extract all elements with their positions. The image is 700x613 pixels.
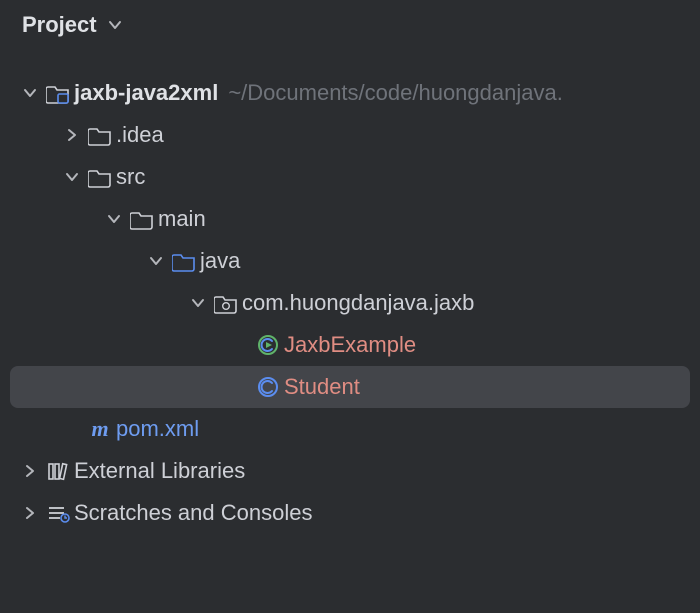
tree-node-student[interactable]: Student [10,366,690,408]
tree-node-label: com.huongdanjava.jaxb [242,290,474,316]
tree-node-package[interactable]: com.huongdanjava.jaxb [10,282,690,324]
tree-node-external-libraries[interactable]: External Libraries [10,450,690,492]
scratches-icon [44,502,72,524]
java-class-icon [254,375,282,399]
maven-file-glyph: m [91,416,108,442]
tree-node-label: Scratches and Consoles [74,500,312,526]
chevron-right-icon[interactable] [16,505,44,521]
chevron-down-icon[interactable] [16,85,44,101]
tree-node-scratches[interactable]: Scratches and Consoles [10,492,690,534]
tree-node-main[interactable]: main [10,198,690,240]
project-root-label: jaxb-java2xml [74,80,218,106]
project-root-path: ~/Documents/code/huongdanjava. [228,80,563,106]
project-root-node[interactable]: jaxb-java2xml ~/Documents/code/huongdanj… [10,72,690,114]
chevron-down-icon[interactable] [107,17,123,33]
tree-node-jaxbexample[interactable]: JaxbExample [10,324,690,366]
chevron-right-icon[interactable] [16,463,44,479]
java-runnable-class-icon [254,333,282,357]
tree-node-src[interactable]: src [10,156,690,198]
tree-node-label: main [158,206,206,232]
chevron-down-icon[interactable] [142,253,170,269]
tree-node-label: .idea [116,122,164,148]
project-tree: jaxb-java2xml ~/Documents/code/huongdanj… [0,50,700,534]
chevron-right-icon[interactable] [58,127,86,143]
chevron-down-icon[interactable] [100,211,128,227]
tree-node-idea[interactable]: .idea [10,114,690,156]
library-icon [44,460,72,482]
tree-node-label: JaxbExample [284,332,416,358]
folder-icon [86,166,114,188]
module-folder-icon [44,82,72,104]
project-panel: Project jaxb-java2xml ~/Documents/code/h… [0,0,700,613]
project-title: Project [22,12,97,38]
tree-node-label: Student [284,374,360,400]
folder-icon [86,124,114,146]
maven-file-icon: m [86,416,114,442]
tree-node-label: src [116,164,145,190]
chevron-down-icon[interactable] [58,169,86,185]
tree-node-label: java [200,248,240,274]
project-tool-window-header[interactable]: Project [0,0,700,50]
tree-node-pom[interactable]: m pom.xml [10,408,690,450]
package-icon [212,292,240,314]
chevron-down-icon[interactable] [184,295,212,311]
tree-node-label: pom.xml [116,416,199,442]
tree-node-java[interactable]: java [10,240,690,282]
folder-icon [128,208,156,230]
tree-node-label: External Libraries [74,458,245,484]
source-folder-icon [170,250,198,272]
